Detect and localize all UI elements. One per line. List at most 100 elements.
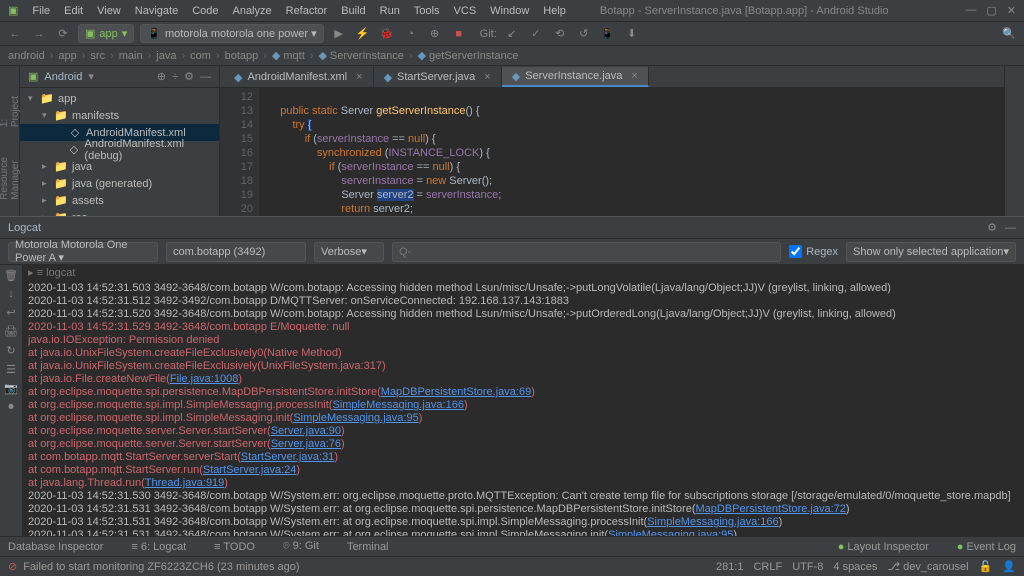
breadcrumb-item[interactable]: java — [156, 50, 176, 62]
apply-changes-icon[interactable]: ⚡ — [354, 25, 372, 43]
print-icon[interactable]: 🖨 — [4, 325, 18, 338]
editor-tab[interactable]: ◆AndroidManifest.xml× — [224, 67, 374, 87]
tree-item[interactable]: ▾📁manifests — [20, 107, 219, 124]
view-mode[interactable]: Android — [44, 71, 82, 83]
gear-icon[interactable]: ⚙ — [184, 70, 194, 83]
minimize-icon[interactable]: — — [965, 4, 976, 17]
attach-icon[interactable]: ⊕ — [426, 25, 444, 43]
bottom-tool[interactable]: Terminal — [347, 541, 389, 553]
indent[interactable]: 4 spaces — [833, 561, 877, 573]
resource-manager-tool[interactable]: Resource Manager — [0, 157, 21, 200]
breadcrumb: android›app›src›main›java›com›botapp›◆ m… — [0, 46, 1024, 66]
collapse-icon[interactable]: ÷ — [172, 71, 178, 83]
log-search-input[interactable]: Q- — [392, 242, 781, 262]
tree-item[interactable]: ▾📁app — [20, 90, 219, 107]
screenshot-icon[interactable]: 📷 — [4, 382, 18, 395]
bottom-tool[interactable]: Database Inspector — [8, 541, 103, 553]
device-filter[interactable]: Motorola Motorola One Power A ▾ — [8, 242, 158, 262]
code-editor[interactable]: 121314151617181920212223 public static S… — [220, 88, 1004, 216]
level-filter[interactable]: Verbose ▾ — [314, 242, 384, 262]
breadcrumb-item[interactable]: botapp — [225, 50, 259, 62]
menu-window[interactable]: Window — [490, 5, 529, 17]
breadcrumb-item[interactable]: main — [119, 50, 143, 62]
avd-icon[interactable]: 📱 — [599, 25, 617, 43]
bottom-tool[interactable]: ≡ 6: Logcat — [131, 541, 186, 553]
tree-item[interactable]: ▸📁assets — [20, 192, 219, 209]
menu-edit[interactable]: Edit — [64, 5, 83, 17]
process-filter[interactable]: com.botapp (3492) — [166, 242, 306, 262]
debug-icon[interactable]: 🐞 — [378, 25, 396, 43]
editor-tab[interactable]: ◆StartServer.java× — [374, 67, 502, 87]
git-commit-icon[interactable]: ✓ — [527, 25, 545, 43]
encoding[interactable]: UTF-8 — [792, 561, 823, 573]
git-history-icon[interactable]: ⟲ — [551, 25, 569, 43]
breadcrumb-item[interactable]: src — [90, 50, 105, 62]
project-tool[interactable]: 1: Project — [0, 96, 21, 127]
breadcrumb-item[interactable]: ◆ getServerInstance — [418, 49, 519, 62]
menu-navigate[interactable]: Navigate — [135, 5, 178, 17]
menu-vcs[interactable]: VCS — [454, 5, 477, 17]
menu-file[interactable]: File — [32, 5, 50, 17]
lock-icon[interactable]: 🔓 — [979, 560, 993, 573]
tree-item[interactable]: ▸📁java (generated) — [20, 175, 219, 192]
wrap-icon[interactable]: ↩ — [6, 306, 15, 319]
clear-icon[interactable]: 🗑 — [4, 269, 18, 282]
git-rollback-icon[interactable]: ↺ — [575, 25, 593, 43]
breadcrumb-item[interactable]: app — [58, 50, 76, 62]
sdk-icon[interactable]: ⬇ — [623, 25, 641, 43]
breadcrumb-item[interactable]: com — [190, 50, 211, 62]
left-tool-strip: 1: Project Resource Manager 7: Structure… — [0, 66, 20, 216]
headers-icon[interactable]: ☰ — [6, 363, 16, 376]
run-icon[interactable]: ▶ — [330, 25, 348, 43]
tree-item[interactable]: ◇AndroidManifest.xml (debug) — [20, 141, 219, 158]
maximize-icon[interactable]: ▢ — [986, 4, 996, 17]
restart-icon[interactable]: ↻ — [6, 344, 15, 357]
right-tool-strip — [1004, 66, 1024, 216]
bottom-tool[interactable]: ⌾ 9: Git — [283, 540, 319, 553]
menu-run[interactable]: Run — [380, 5, 400, 17]
search-icon[interactable]: 🔍 — [1000, 25, 1018, 43]
line-ending[interactable]: CRLF — [753, 561, 782, 573]
tree-item[interactable]: ▸📁res — [20, 209, 219, 216]
app-filter[interactable]: Show only selected application ▾ — [846, 242, 1016, 262]
hide-icon[interactable]: — — [1005, 222, 1016, 234]
editor-tab[interactable]: ◆ServerInstance.java× — [502, 67, 649, 87]
git-branch[interactable]: ⎇ dev_carousel — [887, 560, 968, 573]
profile-icon[interactable]: ◔ — [402, 25, 420, 43]
breadcrumb-item[interactable]: android — [8, 50, 45, 62]
git-update-icon[interactable]: ↙ — [503, 25, 521, 43]
regex-checkbox[interactable]: Regex — [789, 245, 838, 258]
app-icon: ▣ — [8, 4, 18, 17]
gear-icon[interactable]: ⚙ — [987, 221, 997, 234]
forward-icon[interactable]: → — [30, 25, 48, 43]
bottom-tool[interactable]: ● Layout Inspector — [838, 541, 929, 553]
log-output[interactable]: ▸ ≡ logcat 2020-11-03 14:52:31.503 3492-… — [22, 265, 1024, 536]
scroll-icon[interactable]: ↓ — [8, 288, 14, 300]
menu-build[interactable]: Build — [341, 5, 365, 17]
line-gutter: 121314151617181920212223 — [220, 88, 260, 216]
profiler-icon[interactable]: 👤 — [1002, 560, 1016, 573]
run-config-selector[interactable]: ▣ app ▾ — [78, 24, 134, 43]
android-icon: ▣ — [28, 70, 38, 83]
menu-code[interactable]: Code — [192, 5, 218, 17]
main-toolbar: ← → ⟳ ▣ app ▾ 📱 motorola motorola one po… — [0, 22, 1024, 46]
target-icon[interactable]: ⊕ — [157, 70, 166, 83]
menu-refactor[interactable]: Refactor — [286, 5, 328, 17]
back-icon[interactable]: ← — [6, 25, 24, 43]
hide-icon[interactable]: — — [200, 71, 211, 83]
device-selector[interactable]: 📱 motorola motorola one power ▾ — [140, 24, 323, 43]
stop-icon[interactable]: ■ — [450, 25, 468, 43]
record-icon[interactable]: ⏺ — [8, 401, 14, 414]
window-title: Botapp - ServerInstance.java [Botapp.app… — [600, 5, 889, 17]
bottom-tool[interactable]: ● Event Log — [957, 541, 1016, 553]
menu-view[interactable]: View — [97, 5, 121, 17]
menu-analyze[interactable]: Analyze — [232, 5, 271, 17]
project-tree[interactable]: ▾📁app▾📁manifests◇AndroidManifest.xml◇And… — [20, 88, 219, 216]
bottom-tool[interactable]: ≡ TODO — [214, 541, 255, 553]
menu-help[interactable]: Help — [543, 5, 566, 17]
breadcrumb-item[interactable]: ◆ ServerInstance — [318, 49, 403, 62]
breadcrumb-item[interactable]: ◆ mqtt — [272, 49, 305, 62]
sync-icon[interactable]: ⟳ — [54, 25, 72, 43]
menu-tools[interactable]: Tools — [414, 5, 440, 17]
close-icon[interactable]: ✕ — [1007, 4, 1016, 17]
